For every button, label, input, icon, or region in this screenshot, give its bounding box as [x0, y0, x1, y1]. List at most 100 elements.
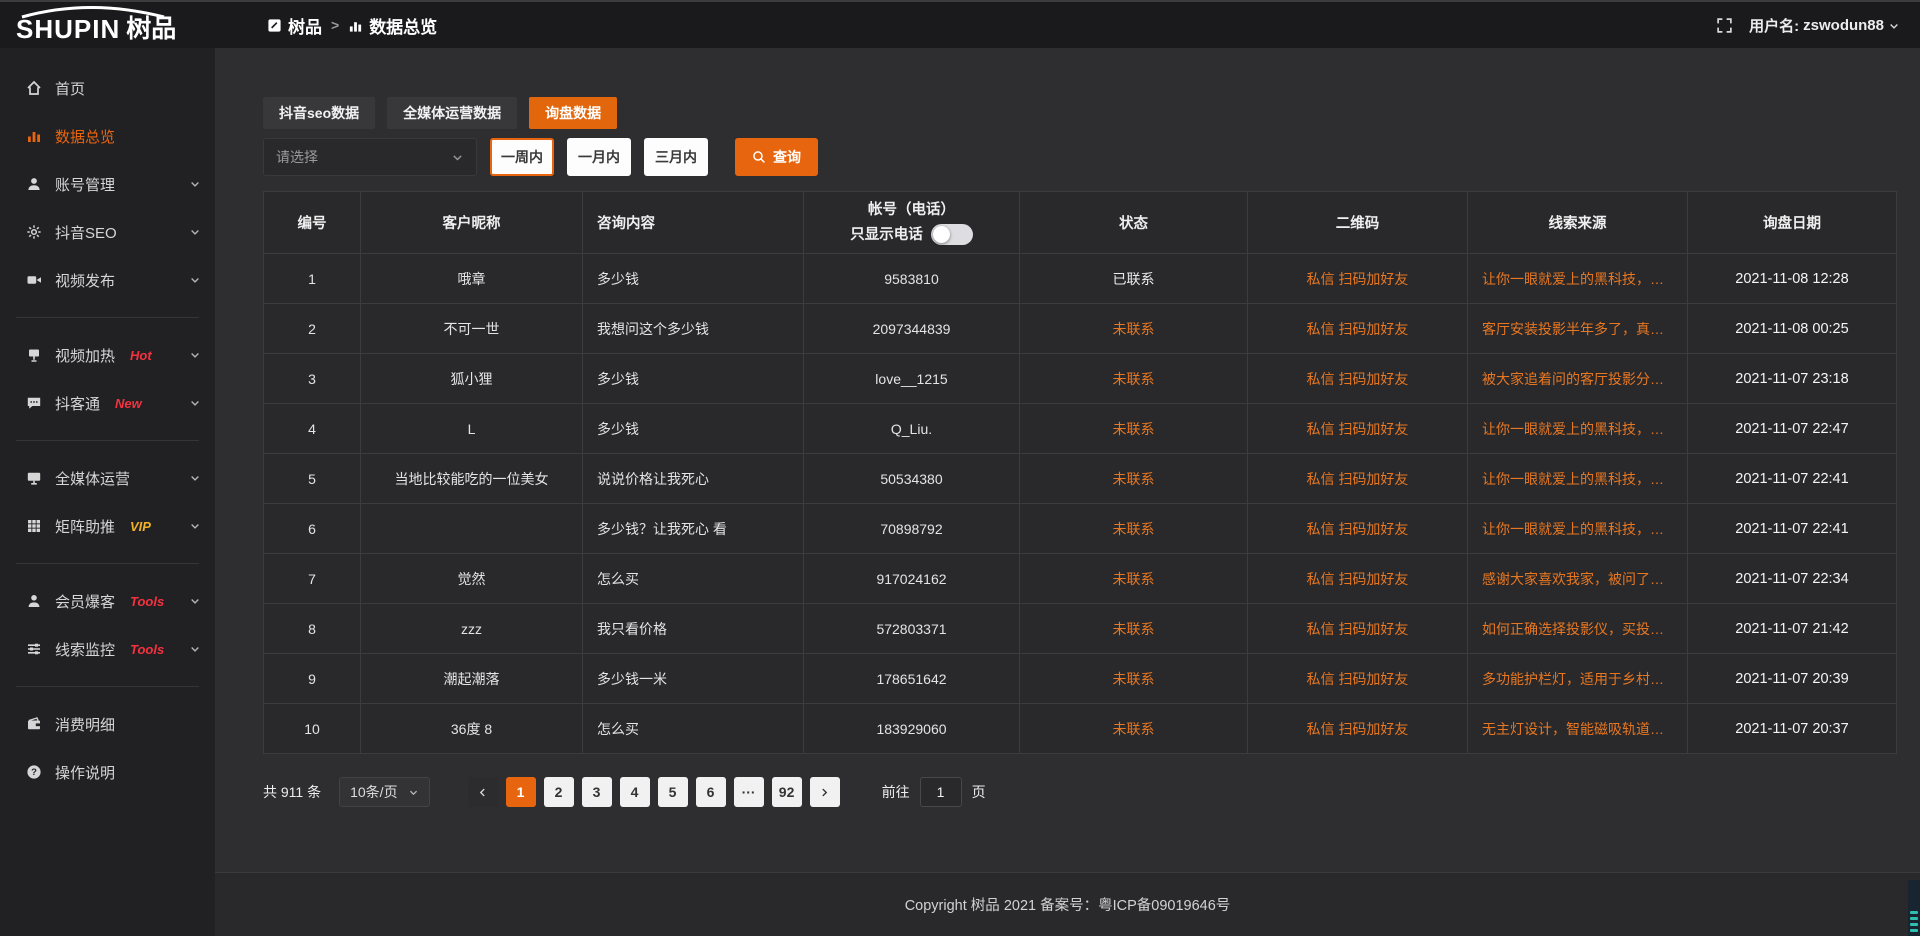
source-link[interactable]: 让你一眼就爱上的黑科技，能...	[1482, 469, 1673, 489]
cell-date: 2021-11-07 22:41	[1688, 454, 1897, 504]
breadcrumb-root[interactable]: 树品	[267, 13, 322, 38]
scan-add-friend-link[interactable]: 扫码加好友	[1338, 521, 1408, 537]
page-ellipsis[interactable]: ···	[734, 777, 764, 807]
private-msg-link[interactable]: 私信	[1307, 371, 1335, 387]
private-msg-link[interactable]: 私信	[1307, 271, 1335, 287]
sidebar-item-matrix-boost[interactable]: 矩阵助推VIP	[0, 502, 215, 550]
scan-add-friend-link[interactable]: 扫码加好友	[1338, 671, 1408, 687]
private-msg-link[interactable]: 私信	[1307, 421, 1335, 437]
scan-add-friend-link[interactable]: 扫码加好友	[1338, 371, 1408, 387]
tab-media-ops-data[interactable]: 全媒体运营数据	[387, 97, 517, 129]
page-size-select[interactable]: 10条/页	[339, 777, 429, 807]
cell-qrcode: 私信 扫码加好友	[1248, 254, 1468, 304]
cell-source: 多功能护栏灯，适用于乡村文...	[1468, 654, 1688, 704]
page-button-3[interactable]: 3	[582, 777, 612, 807]
prev-page-button[interactable]	[468, 777, 498, 807]
private-msg-link[interactable]: 私信	[1307, 721, 1335, 737]
next-page-button[interactable]	[810, 777, 840, 807]
private-msg-link[interactable]: 私信	[1307, 471, 1335, 487]
private-msg-link[interactable]: 私信	[1307, 671, 1335, 687]
sidebar-item-label: 操作说明	[55, 762, 115, 783]
source-link[interactable]: 多功能护栏灯，适用于乡村文...	[1482, 669, 1673, 689]
sidebar-item-help[interactable]: ? 操作说明	[0, 748, 215, 796]
private-msg-link[interactable]: 私信	[1307, 621, 1335, 637]
corner-scroll-widget[interactable]	[1908, 880, 1920, 936]
source-link[interactable]: 让你一眼就爱上的黑科技，能...	[1482, 269, 1673, 289]
cell-id: 9	[264, 654, 361, 704]
sidebar-item-media-ops[interactable]: 全媒体运营	[0, 454, 215, 502]
scan-add-friend-link[interactable]: 扫码加好友	[1338, 421, 1408, 437]
filter-select[interactable]: 请选择	[263, 138, 477, 176]
source-link[interactable]: 如何正确选择投影仪，买投影...	[1482, 619, 1673, 639]
query-button[interactable]: 查询	[735, 138, 818, 176]
source-link[interactable]: 客厅安装投影半年多了，真实...	[1482, 319, 1673, 339]
chevron-down-icon	[1888, 20, 1900, 32]
sidebar-item-lead-monitor[interactable]: 线索监控Tools	[0, 625, 215, 673]
phone-only-toggle[interactable]	[931, 224, 973, 245]
cell-date: 2021-11-07 22:41	[1688, 504, 1897, 554]
dashboard-icon	[267, 18, 282, 33]
sidebar-divider	[16, 317, 199, 318]
sliders-icon	[25, 641, 42, 657]
cell-date: 2021-11-07 22:34	[1688, 554, 1897, 604]
cell-nickname: 当地比较能吃的一位美女	[361, 454, 583, 504]
fullscreen-icon[interactable]	[1716, 17, 1733, 34]
cell-account: Q_Liu.	[804, 404, 1020, 454]
grid-icon	[25, 518, 42, 534]
col-header-date: 询盘日期	[1688, 192, 1897, 254]
sidebar-item-data-overview[interactable]: 数据总览	[0, 112, 215, 160]
sidebar-item-video-publish[interactable]: 视频发布	[0, 256, 215, 304]
sidebar-item-video-heat[interactable]: 视频加热Hot	[0, 331, 215, 379]
chevron-down-icon	[189, 520, 201, 532]
page-button-2[interactable]: 2	[544, 777, 574, 807]
scan-add-friend-link[interactable]: 扫码加好友	[1338, 621, 1408, 637]
cell-qrcode: 私信 扫码加好友	[1248, 504, 1468, 554]
chevron-down-icon	[408, 787, 419, 798]
range-button-2[interactable]: 三月内	[644, 138, 708, 176]
col-header-nickname: 客户昵称	[361, 192, 583, 254]
scan-add-friend-link[interactable]: 扫码加好友	[1338, 471, 1408, 487]
source-link[interactable]: 让你一眼就爱上的黑科技，能...	[1482, 419, 1673, 439]
scan-add-friend-link[interactable]: 扫码加好友	[1338, 721, 1408, 737]
svg-text:?: ?	[31, 767, 37, 778]
source-link[interactable]: 感谢大家喜欢我家，被问了好...	[1482, 569, 1673, 589]
sidebar-item-badge: New	[115, 396, 142, 411]
sidebar-item-member-burst[interactable]: 会员爆客Tools	[0, 577, 215, 625]
page-button-5[interactable]: 5	[658, 777, 688, 807]
tab-douyin-seo-data[interactable]: 抖音seo数据	[263, 97, 375, 129]
private-msg-link[interactable]: 私信	[1307, 321, 1335, 337]
page-button-1[interactable]: 1	[506, 777, 536, 807]
source-link[interactable]: 无主灯设计，智能磁吸轨道灯...	[1482, 719, 1673, 739]
sidebar-item-douyin-seo[interactable]: 抖音SEO	[0, 208, 215, 256]
page-button-4[interactable]: 4	[620, 777, 650, 807]
goto-suffix: 页	[972, 782, 986, 802]
sidebar-item-badge: VIP	[130, 519, 151, 534]
scan-add-friend-link[interactable]: 扫码加好友	[1338, 271, 1408, 287]
scan-add-friend-link[interactable]: 扫码加好友	[1338, 321, 1408, 337]
page-button-6[interactable]: 6	[696, 777, 726, 807]
scan-add-friend-link[interactable]: 扫码加好友	[1338, 571, 1408, 587]
private-msg-link[interactable]: 私信	[1307, 571, 1335, 587]
source-link[interactable]: 让你一眼就爱上的黑科技，能...	[1482, 519, 1673, 539]
cell-id: 10	[264, 704, 361, 754]
username: zswodun88	[1803, 17, 1884, 34]
page-button-92[interactable]: 92	[772, 777, 802, 807]
monitor-icon	[25, 470, 42, 486]
source-link[interactable]: 被大家追着问的客厅投影分享...	[1482, 369, 1673, 389]
sidebar-item-douketong[interactable]: 抖客通New	[0, 379, 215, 427]
cell-status: 未联系	[1020, 404, 1248, 454]
goto-page-input[interactable]	[920, 777, 962, 807]
user-menu[interactable]: 用户名: zswodun88	[1749, 15, 1900, 36]
private-msg-link[interactable]: 私信	[1307, 521, 1335, 537]
sidebar-item-home[interactable]: 首页	[0, 64, 215, 112]
cell-qrcode: 私信 扫码加好友	[1248, 604, 1468, 654]
breadcrumb-current[interactable]: 数据总览	[348, 13, 437, 38]
range-button-0[interactable]: 一周内	[490, 138, 554, 176]
logo-text-en: SHUPIN	[16, 16, 120, 42]
goto-page: 前往 页	[882, 777, 986, 807]
tab-inquiry-data[interactable]: 询盘数据	[529, 97, 617, 129]
cell-source: 被大家追着问的客厅投影分享...	[1468, 354, 1688, 404]
sidebar-item-account-manage[interactable]: 账号管理	[0, 160, 215, 208]
sidebar-item-consume-detail[interactable]: 消费明细	[0, 700, 215, 748]
range-button-1[interactable]: 一月内	[567, 138, 631, 176]
